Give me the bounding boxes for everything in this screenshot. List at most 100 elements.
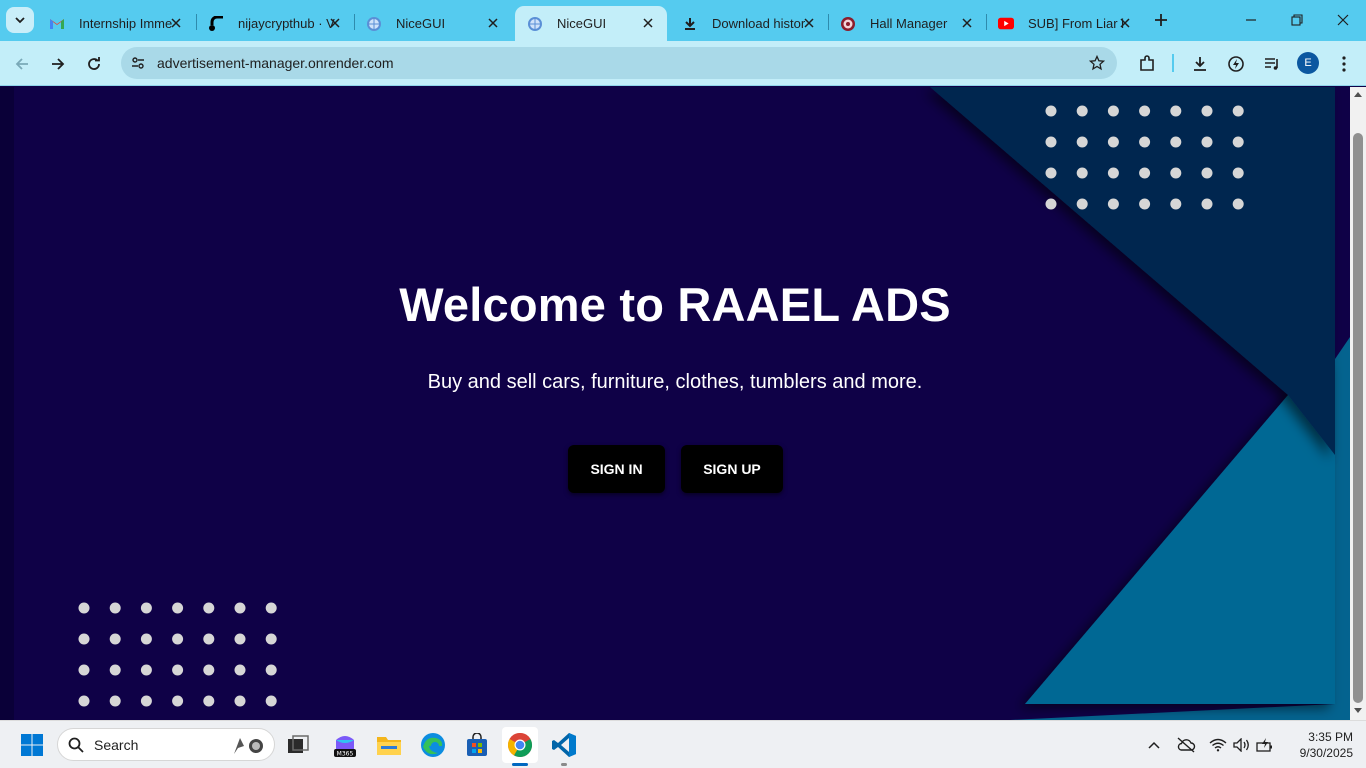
chevron-down-icon — [15, 17, 25, 24]
arrow-right-icon — [52, 58, 65, 70]
restore-button[interactable] — [1274, 0, 1320, 40]
tab-title: NiceGUI — [396, 16, 446, 31]
tab-nicegui[interactable]: NiceGUI — [354, 6, 512, 41]
windows-taskbar: Search M365 3:35 PM 9/30/2025 — [0, 720, 1366, 768]
tray-onedrive[interactable] — [1176, 735, 1196, 755]
minimize-icon — [1246, 19, 1256, 21]
task-view-icon — [288, 735, 309, 753]
new-tab-button[interactable] — [1150, 9, 1172, 31]
menu-button[interactable] — [1330, 50, 1358, 78]
close-icon[interactable] — [167, 14, 185, 32]
svg-text:M365: M365 — [337, 751, 354, 758]
tab-search-button[interactable] — [6, 7, 34, 33]
render-icon — [208, 15, 224, 32]
tab-nicegui-active[interactable]: NiceGUI — [515, 6, 667, 41]
taskbar-edge[interactable] — [415, 727, 451, 763]
site-info-icon[interactable] — [127, 52, 149, 74]
downloads-button[interactable] — [1186, 50, 1214, 78]
hero-section: Welcome to RAAEL ADS Buy and sell cars, … — [0, 87, 1350, 720]
taskbar-vscode[interactable] — [546, 727, 582, 766]
page-subtitle: Buy and sell cars, furniture, clothes, t… — [427, 371, 923, 393]
performance-button[interactable] — [1222, 50, 1250, 78]
windows-logo-icon — [21, 734, 43, 756]
tab-hall-manager[interactable]: Hall Manager — [828, 6, 986, 41]
gmail-icon — [49, 16, 65, 32]
tab-download-history[interactable]: Download histor — [670, 6, 828, 41]
sign-up-button[interactable]: SIGN UP — [681, 445, 783, 493]
nicegui-icon — [366, 16, 382, 32]
cloud-off-icon — [1177, 737, 1196, 753]
vscode-icon — [552, 733, 576, 757]
profile-avatar[interactable]: E — [1297, 52, 1319, 74]
minimize-button[interactable] — [1228, 0, 1274, 40]
reload-button[interactable] — [80, 50, 108, 78]
kebab-menu-icon — [1342, 56, 1346, 72]
taskbar-search[interactable]: Search — [57, 728, 275, 761]
reload-icon — [88, 57, 100, 70]
close-icon — [1337, 14, 1349, 26]
address-bar[interactable]: advertisement-manager.onrender.com — [121, 47, 1117, 79]
browser-toolbar: advertisement-manager.onrender.com E — [0, 41, 1366, 86]
volume-icon — [1233, 738, 1249, 752]
tab-youtube[interactable]: SUB] From Liar i — [986, 6, 1144, 41]
close-icon[interactable] — [639, 14, 657, 32]
page-title: Welcome to RAAEL ADS — [399, 278, 951, 331]
close-icon[interactable] — [958, 14, 976, 32]
nicegui-icon — [527, 16, 543, 32]
plus-icon — [1155, 14, 1167, 26]
tray-wifi[interactable] — [1208, 735, 1228, 755]
media-queue-icon — [1265, 58, 1278, 70]
forward-button[interactable] — [44, 50, 72, 78]
tray-battery[interactable] — [1256, 735, 1276, 755]
window-close-button[interactable] — [1320, 0, 1366, 40]
extensions-button[interactable] — [1133, 50, 1161, 78]
media-controls-button[interactable] — [1258, 50, 1286, 78]
folder-icon — [377, 737, 401, 755]
open-app-indicator — [561, 763, 567, 766]
taskbar-task-view[interactable] — [280, 727, 316, 763]
tab-title: nijaycrypthub · V — [238, 16, 335, 31]
show-hidden-icons-button[interactable] — [1144, 735, 1164, 755]
close-icon[interactable] — [1116, 14, 1134, 32]
tab-title: Internship Imme — [79, 16, 173, 31]
close-icon[interactable] — [484, 14, 502, 32]
store-icon — [467, 733, 487, 756]
scroll-down-arrow-icon[interactable] — [1353, 707, 1363, 715]
close-icon[interactable] — [800, 14, 818, 32]
bookmark-star-icon[interactable] — [1087, 53, 1107, 73]
puzzle-icon — [1140, 55, 1154, 71]
scroll-up-arrow-icon[interactable] — [1353, 90, 1363, 98]
system-clock[interactable]: 3:35 PM 9/30/2025 — [1283, 729, 1353, 761]
tab-title: SUB] From Liar i — [1028, 16, 1125, 31]
back-button[interactable] — [8, 50, 36, 78]
browser-tab-strip: Internship Imme nijaycrypthub · V NiceGU… — [0, 0, 1366, 41]
tray-volume[interactable] — [1232, 735, 1252, 755]
taskbar-store[interactable] — [459, 727, 495, 763]
sign-in-button[interactable]: SIGN IN — [568, 445, 665, 493]
page-scrollbar[interactable] — [1350, 87, 1366, 720]
youtube-icon — [998, 16, 1014, 32]
tab-render[interactable]: nijaycrypthub · V — [196, 6, 354, 41]
page-viewport: Welcome to RAAEL ADS Buy and sell cars, … — [0, 87, 1350, 720]
tab-title: Download histor — [712, 16, 806, 31]
restore-icon — [1291, 14, 1303, 26]
hall-manager-icon — [840, 16, 856, 32]
download-icon — [1194, 57, 1206, 71]
taskbar-m365-copilot[interactable]: M365 — [327, 727, 363, 763]
search-icon — [68, 737, 84, 753]
start-button[interactable] — [14, 727, 50, 763]
chrome-icon — [507, 732, 533, 758]
scrollbar-thumb[interactable] — [1353, 133, 1363, 703]
wifi-icon — [1209, 738, 1227, 752]
url-text[interactable]: advertisement-manager.onrender.com — [157, 55, 394, 71]
toolbar-divider — [1172, 54, 1174, 72]
clock-date: 9/30/2025 — [1299, 746, 1353, 760]
taskbar-file-explorer[interactable] — [371, 727, 407, 763]
close-icon[interactable] — [326, 14, 344, 32]
taskbar-chrome[interactable] — [502, 727, 538, 766]
search-label: Search — [94, 737, 139, 753]
performance-icon — [1228, 56, 1244, 72]
tab-gmail[interactable]: Internship Imme — [37, 6, 195, 41]
tab-title: Hall Manager — [870, 16, 948, 31]
battery-charging-icon — [1256, 738, 1272, 752]
